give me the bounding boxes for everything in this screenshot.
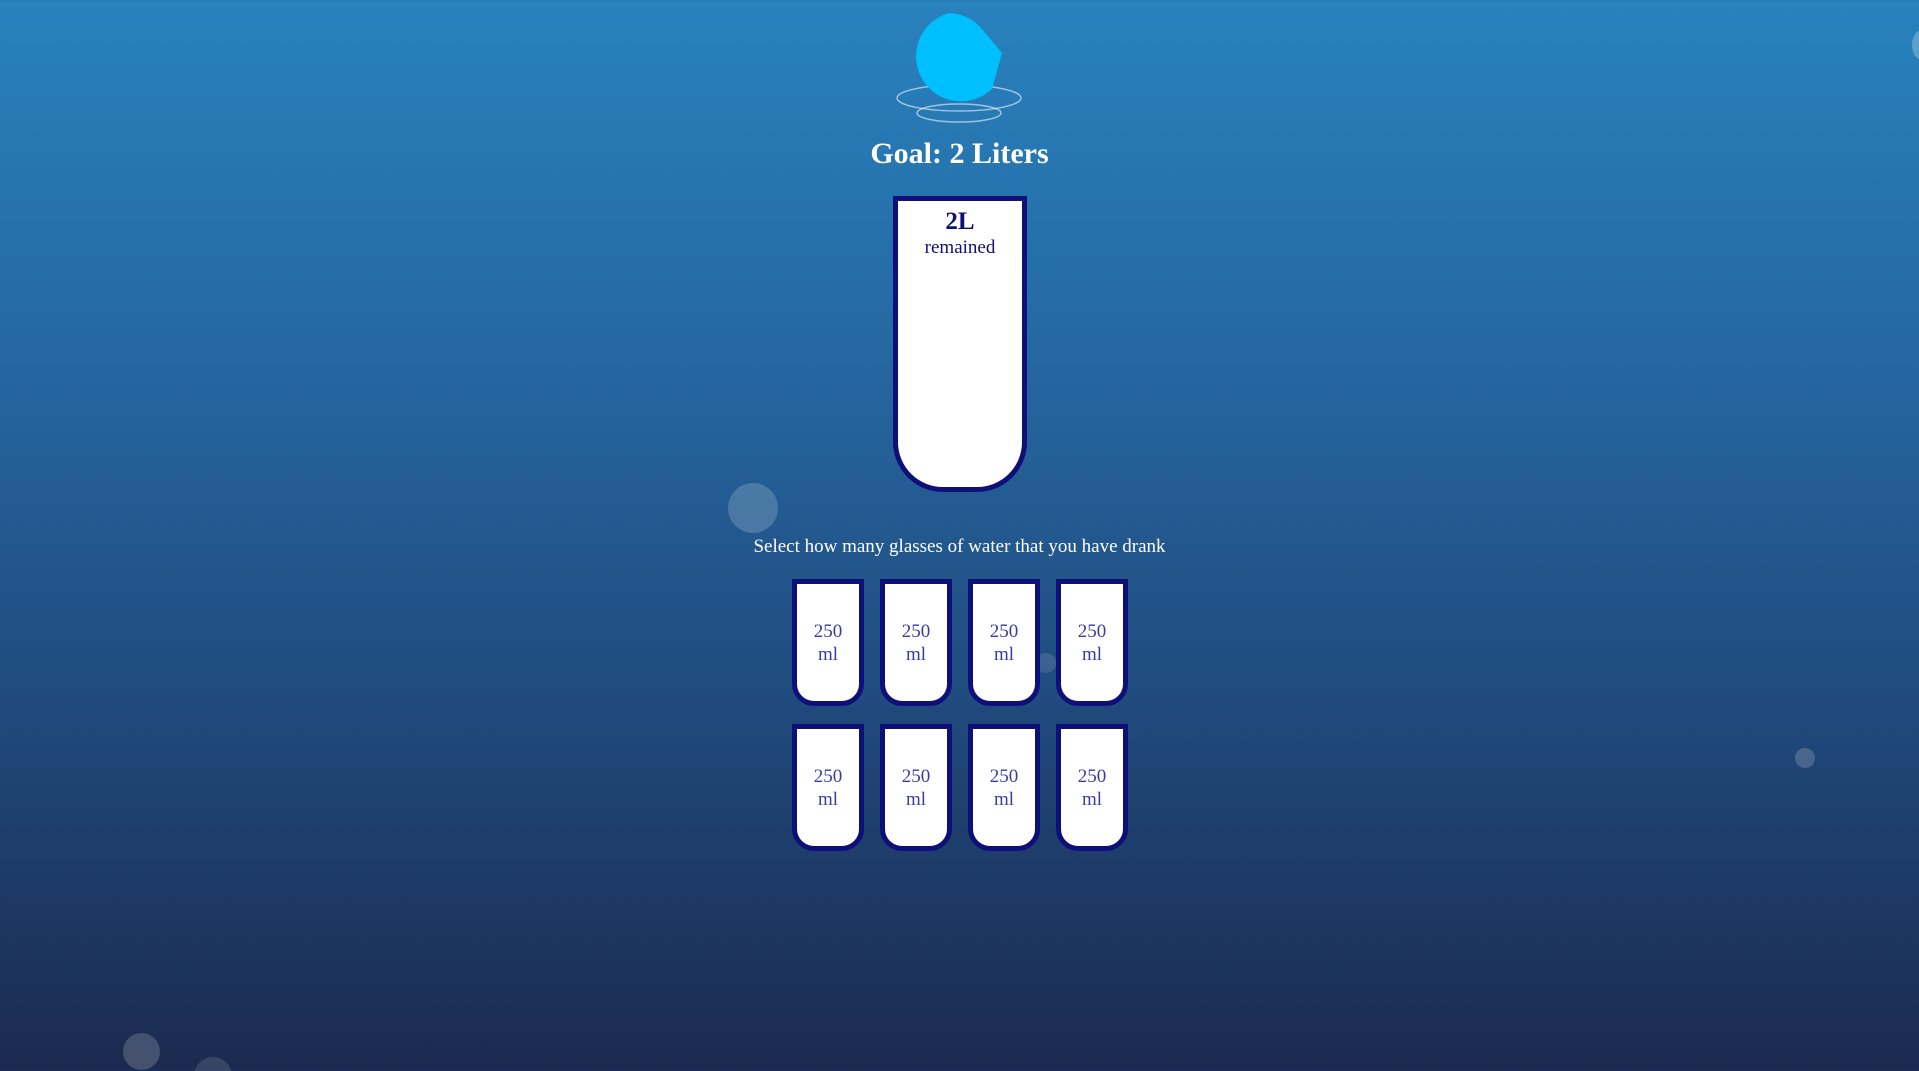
- cup-amount: 250: [813, 765, 843, 787]
- decorative-bubble: [194, 1057, 232, 1071]
- cup-unit: ml: [1081, 643, 1103, 665]
- big-cup: 2L remained: [893, 196, 1027, 492]
- goal-title: Goal: 2 Liters: [870, 137, 1049, 170]
- cup-unit: ml: [993, 643, 1015, 665]
- decorative-bubble: [1912, 30, 1919, 60]
- cup-unit: ml: [817, 788, 839, 810]
- small-cup[interactable]: 250 ml: [1056, 579, 1128, 706]
- cup-amount: 250: [901, 620, 931, 642]
- cup-unit: ml: [993, 788, 1015, 810]
- water-drop-icon: [896, 13, 1022, 123]
- cup-amount: 250: [901, 765, 931, 787]
- small-cup[interactable]: 250 ml: [1056, 724, 1128, 851]
- drop-shape: [916, 13, 1002, 102]
- small-cup[interactable]: 250 ml: [792, 579, 864, 706]
- decorative-bubble: [1795, 748, 1815, 768]
- remained-amount: 2L: [945, 208, 975, 235]
- small-cup[interactable]: 250 ml: [880, 579, 952, 706]
- cup-amount: 250: [989, 765, 1019, 787]
- cup-unit: ml: [817, 643, 839, 665]
- cup-amount: 250: [813, 620, 843, 642]
- cup-unit: ml: [905, 643, 927, 665]
- decorative-bubble: [123, 1033, 160, 1070]
- small-cup[interactable]: 250 ml: [792, 724, 864, 851]
- cup-amount: 250: [1077, 620, 1107, 642]
- cup-amount: 250: [989, 620, 1019, 642]
- remained-label: remained: [924, 237, 996, 258]
- cup-unit: ml: [905, 788, 927, 810]
- cup-amount: 250: [1077, 765, 1107, 787]
- small-cup[interactable]: 250 ml: [880, 724, 952, 851]
- cups-grid: 250 ml 250 ml 250 ml 250 ml 250 ml 250 m…: [792, 579, 1129, 851]
- cup-unit: ml: [1081, 788, 1103, 810]
- decorative-bubble: [728, 483, 778, 533]
- small-cup[interactable]: 250 ml: [968, 724, 1040, 851]
- instruction-text: Select how many glasses of water that yo…: [753, 536, 1166, 557]
- small-cup[interactable]: 250 ml: [968, 579, 1040, 706]
